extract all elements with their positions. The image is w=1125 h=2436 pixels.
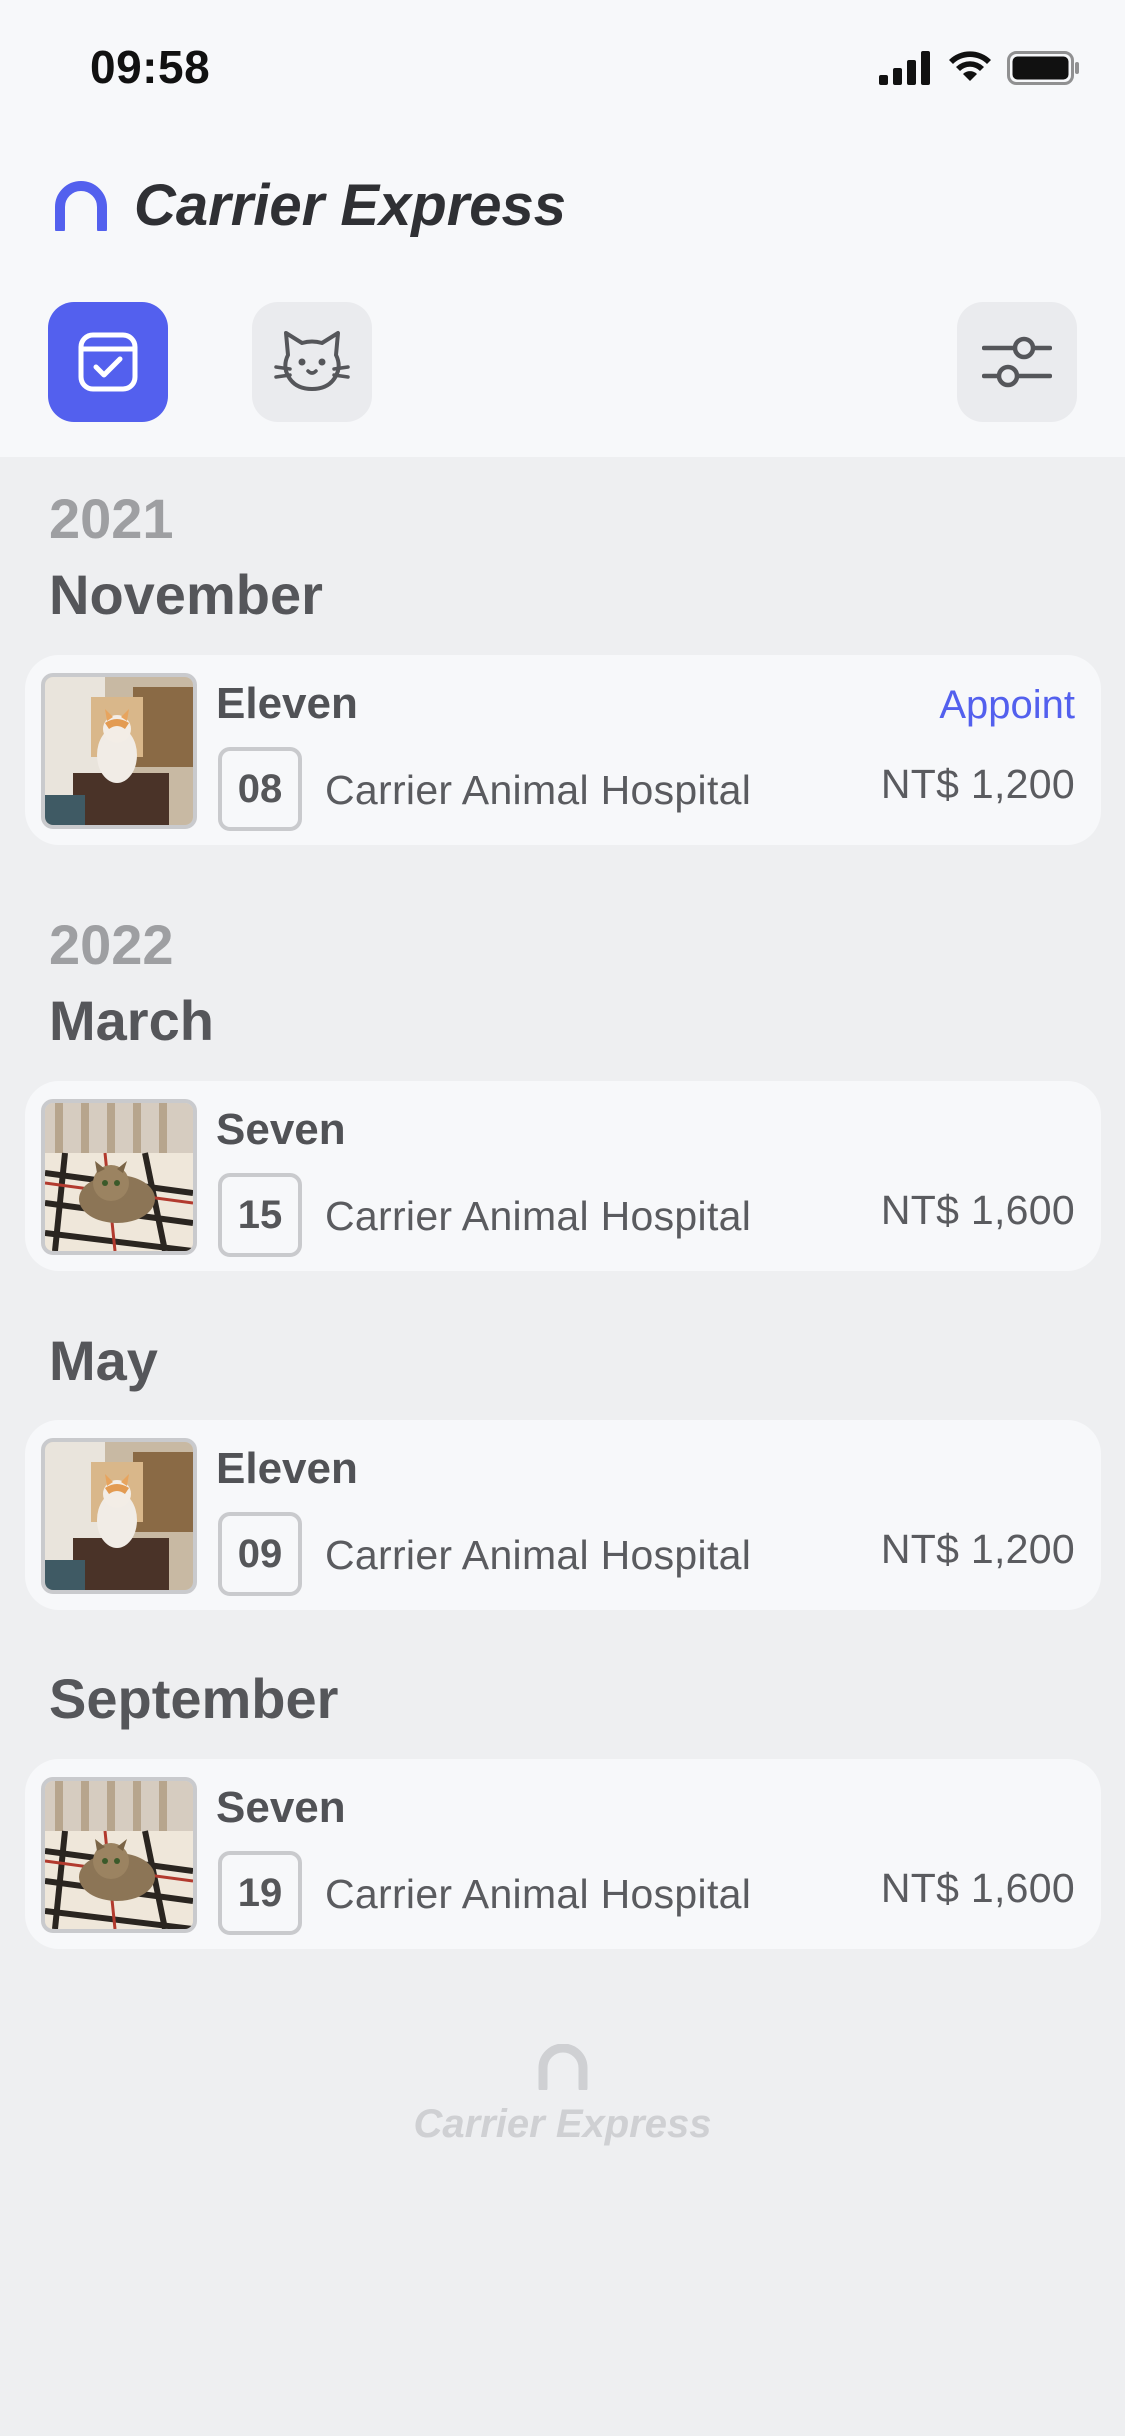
month-heading: May xyxy=(49,1329,158,1392)
pet-photo xyxy=(41,1777,197,1933)
sliders-icon xyxy=(982,336,1052,388)
day-badge: 19 xyxy=(218,1851,302,1935)
day-badge: 08 xyxy=(218,747,302,831)
footer-brand: Carrier Express xyxy=(0,2044,1125,2147)
pet-name: Eleven xyxy=(216,1444,358,1493)
appointment-status[interactable]: Appoint xyxy=(939,683,1075,728)
day-badge: 15 xyxy=(218,1173,302,1257)
calendar-check-icon xyxy=(78,332,138,392)
clinic-name: Carrier Animal Hospital xyxy=(325,767,752,813)
price: NT$ 1,600 xyxy=(880,1187,1075,1233)
clinic-name: Carrier Animal Hospital xyxy=(325,1193,752,1239)
pet-name: Eleven xyxy=(216,679,358,728)
day-badge: 09 xyxy=(218,1512,302,1596)
carrier-logo-icon xyxy=(55,180,107,231)
month-heading: September xyxy=(49,1667,339,1730)
appointment-card[interactable]: Seven 15 Carrier Animal Hospital NT$ 1,6… xyxy=(25,1081,1101,1271)
appointment-card[interactable]: Seven 19 Carrier Animal Hospital NT$ 1,6… xyxy=(25,1759,1101,1949)
battery-icon xyxy=(1007,51,1079,85)
app-brand: Carrier Express xyxy=(52,172,566,239)
clinic-name: Carrier Animal Hospital xyxy=(325,1532,752,1578)
filter-button[interactable] xyxy=(957,302,1077,422)
pet-photo xyxy=(41,1438,197,1594)
pets-tab-button[interactable] xyxy=(252,302,372,422)
status-icons xyxy=(879,48,1081,88)
pet-photo xyxy=(41,673,197,829)
carrier-logo-icon xyxy=(538,2044,587,2090)
price: NT$ 1,200 xyxy=(880,1526,1075,1572)
month-heading: November xyxy=(49,563,323,626)
pet-photo xyxy=(41,1099,197,1255)
appointment-card[interactable]: Eleven 09 Carrier Animal Hospital NT$ 1,… xyxy=(25,1420,1101,1610)
cellular-signal-icon xyxy=(879,51,930,85)
price: NT$ 1,200 xyxy=(880,761,1075,807)
appointments-tab-button[interactable] xyxy=(48,302,168,422)
status-time: 09:58 xyxy=(90,41,211,93)
clinic-name: Carrier Animal Hospital xyxy=(325,1871,752,1917)
month-heading: March xyxy=(49,989,214,1052)
pet-name: Seven xyxy=(216,1783,346,1832)
year-heading: 2022 xyxy=(49,913,174,976)
cat-face-icon xyxy=(274,331,350,391)
footer-brand-name: Carrier Express xyxy=(413,2102,712,2146)
top-bar: 09:58 Carrier Express xyxy=(0,0,1125,457)
wifi-icon xyxy=(949,51,991,81)
year-heading: 2021 xyxy=(49,487,174,550)
app-title: Carrier Express xyxy=(134,173,567,238)
appointment-card[interactable]: Eleven Appoint 08 Carrier Animal Hospita… xyxy=(25,655,1101,845)
pet-name: Seven xyxy=(216,1105,346,1154)
price: NT$ 1,600 xyxy=(880,1865,1075,1911)
